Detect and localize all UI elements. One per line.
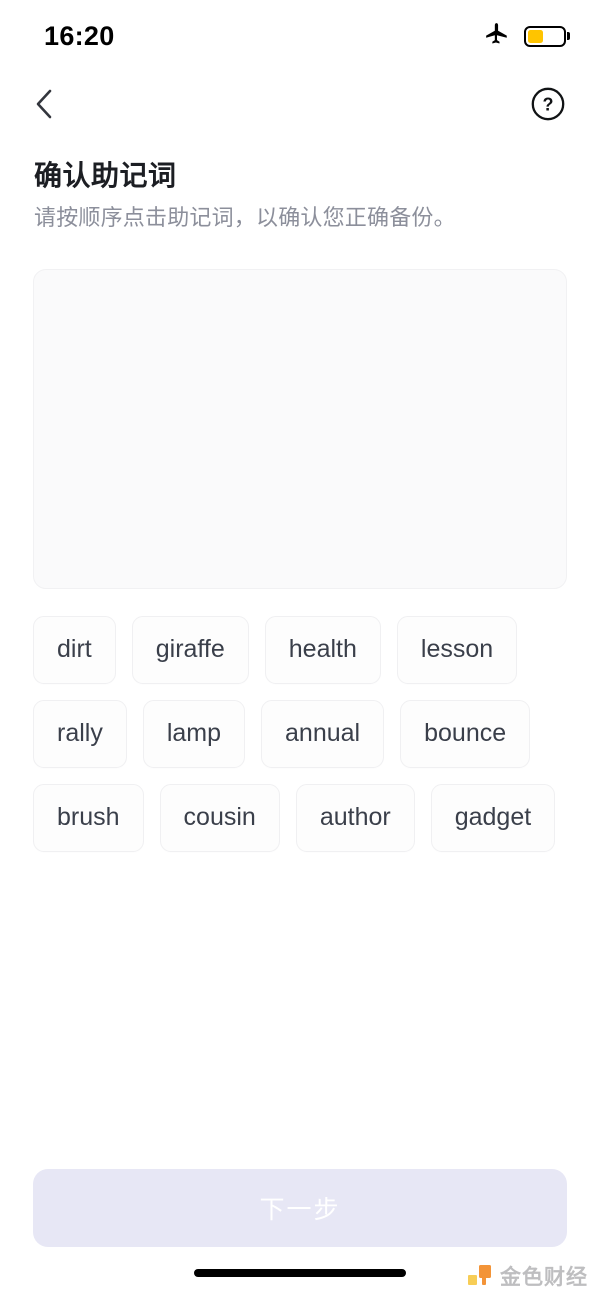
watermark-text: 金色财经 [500,1266,588,1289]
back-button[interactable] [22,82,66,126]
word-chip[interactable]: dirt [33,615,116,684]
word-chip[interactable]: giraffe [131,615,249,684]
word-chip[interactable]: author [295,783,415,852]
word-chip[interactable]: brush [33,783,144,852]
battery-icon [524,25,566,47]
word-chip[interactable]: annual [261,699,385,768]
layout-spacer [0,852,600,1169]
word-chip[interactable]: lamp [142,699,246,768]
nav-bar: ? [0,72,600,136]
chevron-left-icon [36,89,52,119]
selected-words-area[interactable] [33,268,567,589]
word-chip[interactable]: bounce [400,699,531,768]
word-chip[interactable]: health [264,615,381,684]
watermark: 金色财经 [467,1261,588,1291]
airplane-mode-icon [484,21,510,52]
bottom-bar: 金色财经 [0,1247,600,1299]
page-title: 确认助记词 [34,160,177,191]
question-mark-circle-icon: ? [531,87,565,121]
word-chip[interactable]: cousin [159,783,280,852]
status-bar: 16:20 [0,0,600,72]
app-screen: 16:20 ? 确认助记词 请按顺序点击助记词，以确认您正确备份。 dirt g… [0,0,600,1299]
home-indicator[interactable] [194,1269,406,1277]
watermark-logo-icon [467,1263,493,1289]
status-icons [484,21,566,52]
status-time: 16:20 [44,20,115,51]
svg-text:?: ? [543,95,554,115]
word-chip[interactable]: lesson [396,615,518,684]
next-button[interactable]: 下一步 [33,1169,567,1247]
word-chip[interactable]: gadget [430,783,556,852]
heading-section: 确认助记词 请按顺序点击助记词，以确认您正确备份。 [0,136,600,233]
word-bank: dirt giraffe health lesson rally lamp annual bo… [33,615,567,852]
help-button[interactable]: ? [528,84,568,124]
page-subtitle: 请按顺序点击助记词，以确认您正确备份。 [34,205,456,230]
word-chip[interactable]: rally [33,699,127,768]
